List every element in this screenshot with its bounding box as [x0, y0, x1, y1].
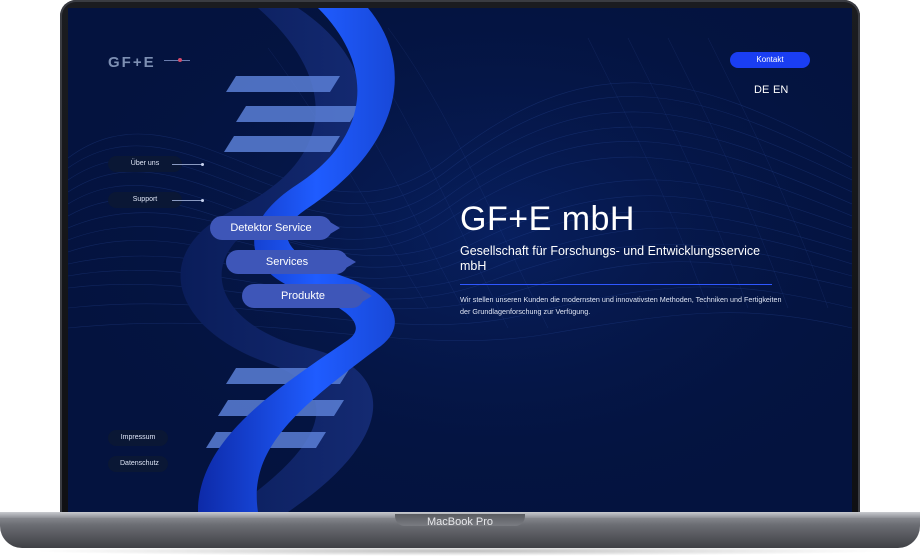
nav-produkte[interactable]: Produkte — [242, 284, 372, 308]
logo-line — [164, 60, 190, 61]
side-link-ueber-uns[interactable]: Über uns — [108, 156, 182, 172]
logo-dot — [178, 58, 182, 62]
connector-dot — [201, 199, 204, 202]
connector-line — [172, 164, 202, 165]
footer-link-datenschutz[interactable]: Datenschutz — [108, 456, 168, 472]
hero-divider — [460, 284, 772, 285]
nav-services[interactable]: Services — [226, 250, 356, 274]
hero-subtitle: Gesellschaft für Forschungs- und Entwick… — [460, 244, 761, 273]
footer-link-impressum[interactable]: Impressum — [108, 430, 168, 446]
side-link-support[interactable]: Support — [108, 192, 182, 208]
gfe-logo[interactable]: GF+E — [108, 54, 156, 71]
language-en[interactable]: EN — [773, 84, 788, 96]
device-label: MacBook Pro — [426, 516, 494, 528]
connector-dot — [201, 163, 204, 166]
contact-button[interactable]: Kontakt — [730, 52, 810, 68]
connector-line — [172, 200, 202, 201]
language-de[interactable]: DE — [754, 84, 769, 96]
website-screen: GF+E Über uns Support Detektor Service S… — [68, 8, 852, 512]
hero-title: GF+E mbH — [460, 200, 635, 238]
hero-description: Wir stellen unseren Kunden die modernste… — [460, 295, 782, 316]
nav-detektor-service[interactable]: Detektor Service — [210, 216, 340, 240]
